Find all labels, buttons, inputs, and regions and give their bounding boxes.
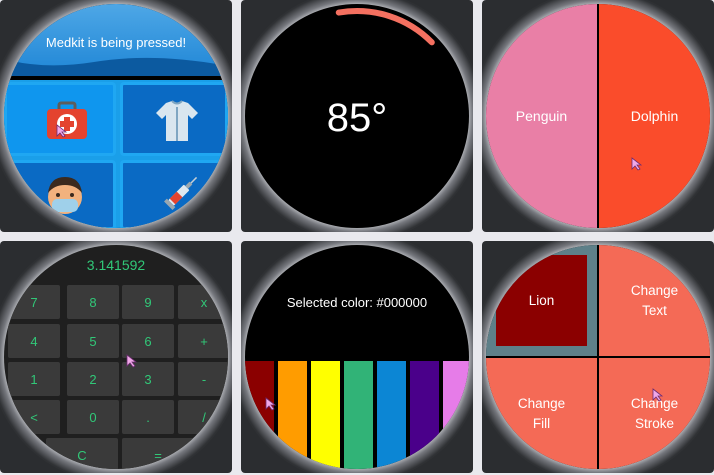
change-text-label-2: Text: [642, 302, 667, 318]
pointer-cursor-icon: [265, 397, 277, 411]
syringe-tile[interactable]: [120, 160, 228, 228]
lion-shape-fill: Lion: [496, 255, 587, 346]
calc-key[interactable]: -: [178, 362, 228, 396]
change-stroke-button[interactable]: Change Stroke: [599, 358, 710, 469]
syringe-icon: [164, 176, 198, 210]
color-swatch[interactable]: [278, 361, 307, 469]
color-swatch[interactable]: [410, 361, 439, 469]
watch-screen: 85°: [245, 4, 469, 228]
color-swatch[interactable]: [443, 361, 469, 469]
calc-key[interactable]: C: [46, 438, 118, 469]
calc-key[interactable]: .: [122, 400, 174, 434]
shirt-icon: [156, 100, 198, 141]
temperature-panel: 85°: [241, 0, 473, 232]
calc-key[interactable]: 2: [67, 362, 119, 396]
calc-key[interactable]: <: [8, 400, 60, 434]
clothing-tile[interactable]: [120, 82, 228, 156]
calc-key[interactable]: 6: [122, 324, 174, 358]
shape-editor-panel: Lion Change Text Change Fill Change Stro…: [482, 241, 714, 473]
dolphin-button[interactable]: Dolphin: [599, 4, 710, 228]
calc-key[interactable]: 9: [122, 285, 174, 319]
watch-screen: Selected color: #000000: [245, 245, 469, 469]
pointer-cursor-icon: [126, 354, 138, 368]
watch-screen: Penguin Dolphin: [486, 4, 710, 228]
selected-color-label: Selected color: #000000: [286, 295, 428, 310]
face-mask-icon: [48, 177, 82, 214]
change-text-label-1: Change: [630, 282, 679, 298]
change-fill-label-1: Change: [517, 395, 566, 411]
color-swatch[interactable]: [344, 361, 373, 469]
dolphin-label: Dolphin: [630, 108, 679, 124]
calc-key[interactable]: 1: [8, 362, 60, 396]
mask-tile[interactable]: [4, 160, 116, 228]
calc-key[interactable]: 8: [67, 285, 119, 319]
penguin-label: Penguin: [515, 108, 568, 124]
pointer-cursor-icon: [56, 124, 68, 138]
pointer-cursor-icon: [652, 388, 664, 402]
calc-key[interactable]: 4: [8, 324, 60, 358]
pointer-cursor-icon: [631, 157, 643, 171]
calculator-panel: 3.141592 7 8 9 x 4 5 6 +1 2 3- <0. / C =: [0, 241, 232, 473]
calc-key[interactable]: 7: [8, 285, 60, 319]
status-message: Medkit is being pressed!: [45, 35, 187, 50]
change-stroke-label-2: Stroke: [634, 415, 674, 431]
color-swatch[interactable]: [311, 361, 340, 469]
watch-screen: 3.141592 7 8 9 x 4 5 6 +1 2 3- <0. / C =: [4, 245, 228, 469]
penguin-button[interactable]: Penguin: [486, 4, 597, 228]
change-fill-label-2: Fill: [532, 415, 551, 431]
calc-key[interactable]: 0: [67, 400, 119, 434]
calculator-display: 3.141592: [86, 257, 146, 273]
medkit-panel: Medkit is being pressed!: [0, 0, 232, 232]
medkit-icon: [47, 101, 87, 139]
watch-screen: Medkit is being pressed!: [4, 4, 228, 228]
change-fill-button[interactable]: Change Fill: [486, 358, 597, 469]
calc-key[interactable]: 5: [67, 324, 119, 358]
medkit-tile[interactable]: [4, 82, 116, 156]
calc-key[interactable]: /: [178, 400, 228, 434]
color-swatch[interactable]: [245, 361, 274, 469]
temperature-value: 85°: [326, 96, 388, 140]
watch-screen: Lion Change Text Change Fill Change Stro…: [486, 245, 710, 469]
lion-shape[interactable]: Lion: [486, 245, 597, 356]
calc-key[interactable]: =: [122, 438, 194, 469]
change-text-button[interactable]: Change Text: [599, 245, 710, 356]
color-picker-panel: Selected color: #000000: [241, 241, 473, 473]
icon-grid: [4, 80, 228, 228]
color-swatch[interactable]: [377, 361, 406, 469]
calc-key[interactable]: +: [178, 324, 228, 358]
lion-label: Lion: [528, 292, 555, 308]
animal-split-panel: Penguin Dolphin: [482, 0, 714, 232]
calc-key[interactable]: x: [178, 285, 228, 319]
